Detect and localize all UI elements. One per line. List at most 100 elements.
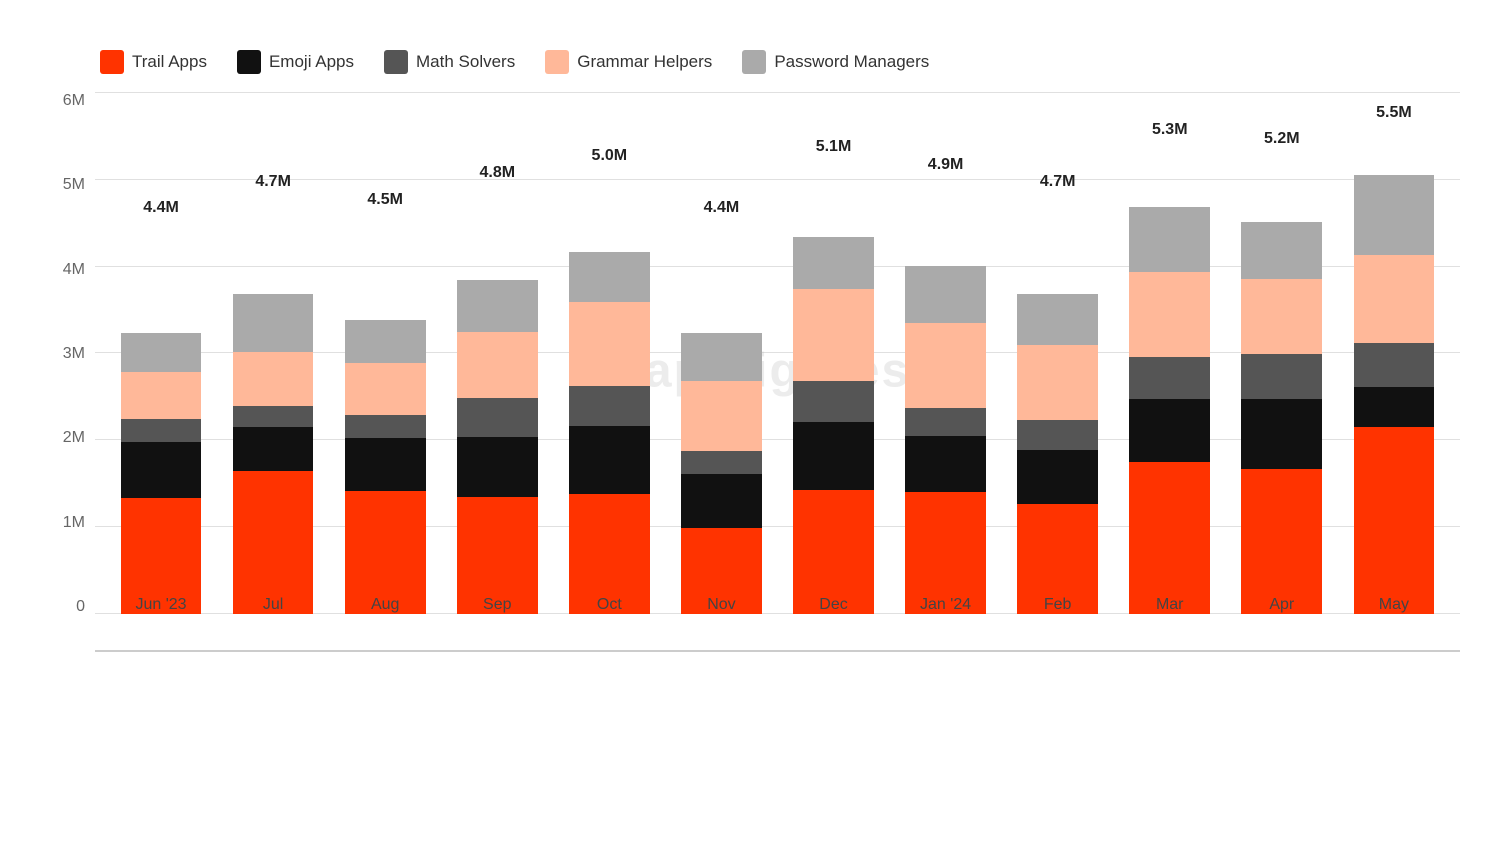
bar-segment-emoji bbox=[345, 438, 426, 492]
bar-segment-password bbox=[569, 252, 650, 303]
bar-segment-password bbox=[345, 320, 426, 362]
legend-item: Password Managers bbox=[742, 50, 929, 74]
bar-segment-password bbox=[1129, 207, 1210, 272]
bar-stack: 5.1M bbox=[793, 170, 874, 614]
bar-segment-emoji bbox=[1354, 387, 1435, 427]
bar-segment-math bbox=[457, 398, 538, 436]
bar-segment-password bbox=[1241, 222, 1322, 279]
bar-segment-password bbox=[457, 280, 538, 332]
bar-segment-grammar bbox=[1129, 272, 1210, 357]
x-axis-label: Apr bbox=[1269, 596, 1294, 614]
legend-item: Emoji Apps bbox=[237, 50, 354, 74]
bar-stack: 4.7M bbox=[1017, 205, 1098, 614]
legend-item: Math Solvers bbox=[384, 50, 515, 74]
legend-swatch bbox=[384, 50, 408, 74]
bar-segment-math bbox=[233, 406, 314, 426]
bar-segment-emoji bbox=[1017, 450, 1098, 503]
bar-segment-password bbox=[1354, 175, 1435, 255]
bar-total-label: 4.7M bbox=[1040, 173, 1076, 191]
bar-group: 4.4MNov bbox=[665, 92, 777, 614]
bar-segment-grammar bbox=[457, 332, 538, 398]
chart-area: 01M2M3M4M5M6M appfigures 4.4MJun '234.7M… bbox=[40, 92, 1460, 652]
legend-label: Emoji Apps bbox=[269, 52, 354, 72]
y-axis-label: 4M bbox=[40, 261, 95, 279]
bar-segment-password bbox=[1017, 294, 1098, 345]
bar-group: 4.8MSep bbox=[441, 92, 553, 614]
x-axis-label: Jun '23 bbox=[135, 596, 186, 614]
bar-group: 5.1MDec bbox=[777, 92, 889, 614]
bar-total-label: 5.3M bbox=[1152, 121, 1188, 139]
y-axis-label: 1M bbox=[40, 514, 95, 532]
bar-group: 5.5MMay bbox=[1338, 92, 1450, 614]
legend-item: Trail Apps bbox=[100, 50, 207, 74]
bar-segment-emoji bbox=[121, 442, 202, 498]
bar-segment-math bbox=[1129, 357, 1210, 399]
legend-label: Grammar Helpers bbox=[577, 52, 712, 72]
bars-container: 4.4MJun '234.7MJul4.5MAug4.8MSep5.0MOct4… bbox=[95, 92, 1460, 614]
bar-stack: 4.8M bbox=[457, 196, 538, 614]
y-axis-label: 6M bbox=[40, 92, 95, 110]
bar-segment-trail bbox=[233, 471, 314, 614]
bar-group: 4.7MJul bbox=[217, 92, 329, 614]
x-axis-label: Dec bbox=[819, 596, 847, 614]
x-axis-label: Mar bbox=[1156, 596, 1184, 614]
bar-segment-math bbox=[793, 381, 874, 422]
bar-stack: 5.5M bbox=[1354, 136, 1435, 615]
bar-group: 4.5M Aug bbox=[329, 92, 441, 614]
bar-group: 4.7MFeb bbox=[1002, 92, 1114, 614]
y-axis-label: 0 bbox=[40, 598, 95, 616]
legend-swatch bbox=[100, 50, 124, 74]
bar-segment-trail bbox=[1241, 469, 1322, 614]
bar-segment-trail bbox=[1129, 462, 1210, 614]
bar-segment-grammar bbox=[121, 372, 202, 420]
bar-group: 5.2MApr bbox=[1226, 92, 1338, 614]
y-axis-label: 3M bbox=[40, 345, 95, 363]
bar-segment-password bbox=[793, 237, 874, 289]
bar-segment-grammar bbox=[793, 289, 874, 381]
bar-stack: 4.7M bbox=[233, 205, 314, 614]
bar-segment-math bbox=[1241, 354, 1322, 399]
legend-item: Grammar Helpers bbox=[545, 50, 712, 74]
legend: Trail Apps Emoji Apps Math Solvers Grammar … bbox=[100, 50, 1460, 74]
bar-segment-grammar bbox=[1017, 345, 1098, 420]
x-axis-label: Aug bbox=[371, 596, 399, 614]
bar-group: 4.9MJan '24 bbox=[890, 92, 1002, 614]
bar-segment-emoji bbox=[905, 436, 986, 491]
bar-segment-math bbox=[121, 419, 202, 441]
legend-swatch bbox=[237, 50, 261, 74]
bar-stack: 5.0M bbox=[569, 179, 650, 614]
bar-segment-password bbox=[121, 333, 202, 371]
y-axis-label: 2M bbox=[40, 429, 95, 447]
x-axis-label: May bbox=[1379, 596, 1409, 614]
bar-stack: 4.9M bbox=[905, 188, 986, 614]
x-axis-label: Jan '24 bbox=[920, 596, 971, 614]
bar-segment-math bbox=[1354, 343, 1435, 387]
bar-segment-grammar bbox=[1354, 255, 1435, 343]
bar-total-label: 4.4M bbox=[143, 199, 179, 217]
bar-segment-password bbox=[905, 266, 986, 323]
bar-segment-math bbox=[1017, 420, 1098, 451]
legend-swatch bbox=[742, 50, 766, 74]
bar-segment-grammar bbox=[345, 363, 426, 415]
bar-stack: 4.4M bbox=[681, 231, 762, 614]
bar-segment-emoji bbox=[793, 422, 874, 490]
bar-total-label: 4.8M bbox=[479, 164, 515, 182]
bar-segment-grammar bbox=[569, 302, 650, 385]
bar-segment-trail bbox=[1354, 427, 1435, 614]
bar-total-label: 5.5M bbox=[1376, 104, 1412, 122]
legend-label: Password Managers bbox=[774, 52, 929, 72]
y-axis: 01M2M3M4M5M6M bbox=[40, 92, 95, 652]
bar-stack: 5.3M bbox=[1129, 153, 1210, 614]
bar-total-label: 5.1M bbox=[816, 138, 852, 156]
bar-total-label: 4.5M bbox=[367, 191, 403, 209]
bar-segment-password bbox=[681, 333, 762, 381]
bar-segment-math bbox=[681, 451, 762, 473]
x-axis-label: Jul bbox=[263, 596, 283, 614]
x-axis-label: Feb bbox=[1044, 596, 1072, 614]
x-axis-label: Sep bbox=[483, 596, 511, 614]
x-axis-label: Nov bbox=[707, 596, 735, 614]
x-axis-label: Oct bbox=[597, 596, 622, 614]
bar-total-label: 5.0M bbox=[592, 147, 628, 165]
legend-label: Math Solvers bbox=[416, 52, 515, 72]
bar-group: 4.4M Jun '23 bbox=[105, 92, 217, 614]
